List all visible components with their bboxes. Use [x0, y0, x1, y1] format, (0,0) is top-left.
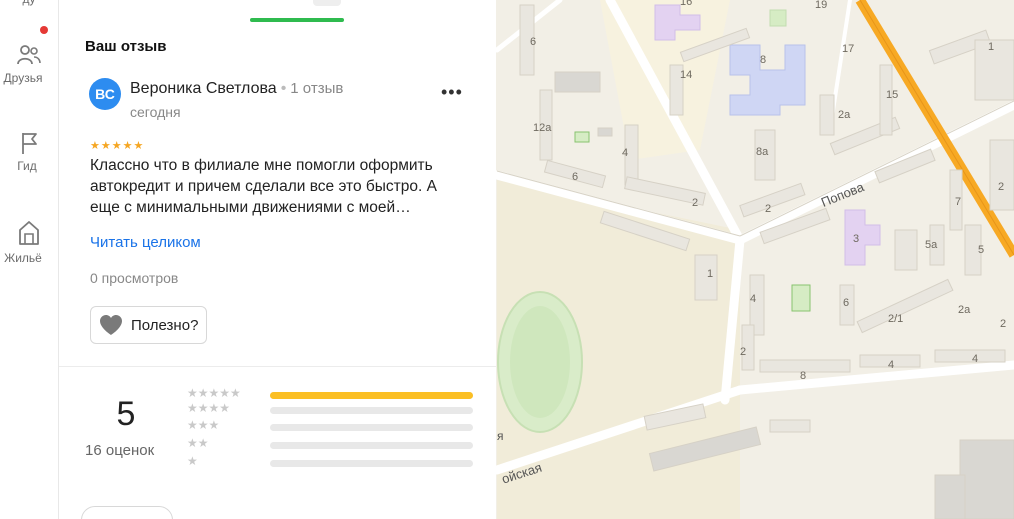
- rail-label-friends: Друзья: [3, 71, 43, 85]
- review-date: сегодня: [130, 104, 181, 120]
- svg-text:2: 2: [1000, 318, 1006, 330]
- svg-text:1: 1: [988, 41, 994, 53]
- section-divider: [59, 366, 496, 367]
- svg-text:2: 2: [692, 197, 698, 209]
- svg-text:5: 5: [978, 244, 984, 256]
- svg-text:7: 7: [955, 196, 961, 208]
- rating-row-stars: ★★★: [187, 418, 220, 432]
- partial-button[interactable]: [81, 506, 173, 519]
- avatar[interactable]: ВС: [89, 78, 121, 110]
- views-count: 0 просмотров: [90, 270, 179, 286]
- svg-text:1: 1: [707, 268, 713, 280]
- left-rail: ду Друзья Гид Жильё: [0, 0, 59, 519]
- svg-text:19: 19: [815, 0, 827, 11]
- svg-text:2: 2: [740, 346, 746, 358]
- rail-label-guide: Гид: [17, 159, 37, 173]
- active-tab-indicator: [250, 18, 344, 22]
- review-text: Классно что в филиале мне помогли оформи…: [90, 157, 437, 216]
- heart-icon: [100, 315, 122, 335]
- svg-text:5a: 5a: [925, 239, 938, 251]
- svg-text:4: 4: [972, 353, 978, 365]
- rating-row: ★★★★★: [187, 386, 477, 401]
- svg-text:я: я: [497, 429, 504, 443]
- rating-row: ★★★: [187, 418, 477, 433]
- review-stars: ★★★★★: [90, 140, 145, 152]
- rail-top-label: ду: [0, 0, 58, 6]
- rating-bar-track: [270, 460, 473, 467]
- rating-count: 16 оценок: [85, 442, 155, 459]
- tab-fragment[interactable]: [313, 0, 341, 6]
- friends-icon: [17, 45, 41, 65]
- rating-row-stars: ★★★★: [187, 401, 231, 415]
- rating-row-stars: ★: [187, 454, 198, 468]
- rating-bar-track: [270, 442, 473, 449]
- svg-text:2/1: 2/1: [888, 313, 903, 325]
- rating-row: ★: [187, 454, 477, 469]
- svg-text:6: 6: [843, 297, 849, 309]
- house-icon: [19, 221, 39, 245]
- section-title: Ваш отзыв: [85, 38, 167, 55]
- rating-row-stars: ★★★★★: [187, 386, 241, 400]
- rail-label-housing: Жильё: [4, 251, 42, 265]
- author-separator: •: [280, 80, 287, 97]
- rating-bar-track: [270, 392, 473, 399]
- more-options-icon[interactable]: •••: [441, 82, 463, 103]
- svg-text:14: 14: [680, 69, 692, 81]
- svg-text:2: 2: [998, 181, 1004, 193]
- svg-text:15: 15: [886, 89, 898, 101]
- svg-text:4: 4: [888, 359, 894, 371]
- svg-text:8a: 8a: [756, 146, 769, 158]
- rating-row: ★★: [187, 436, 477, 451]
- svg-text:2: 2: [765, 203, 771, 215]
- svg-text:8: 8: [760, 54, 766, 66]
- helpful-button[interactable]: Полезно?: [90, 306, 208, 344]
- svg-text:6: 6: [530, 36, 536, 48]
- author-line: Вероника Светлова • 1 отзыв: [130, 80, 343, 98]
- svg-text:4: 4: [750, 293, 756, 305]
- svg-text:8: 8: [800, 370, 806, 382]
- rail-item-housing[interactable]: Жильё: [0, 218, 58, 265]
- rail-item-friends[interactable]: Друзья: [0, 42, 58, 85]
- flag-icon: [22, 133, 37, 154]
- svg-text:4: 4: [622, 147, 628, 159]
- author-name[interactable]: Вероника Светлова: [130, 80, 277, 97]
- rating-bar-track: [270, 424, 473, 431]
- rail-item-top[interactable]: ду: [0, 0, 58, 6]
- svg-text:3: 3: [853, 233, 859, 245]
- svg-text:17: 17: [842, 43, 854, 55]
- helpful-label: Полезно?: [131, 316, 199, 334]
- rail-item-guide[interactable]: Гид: [0, 130, 58, 173]
- svg-text:2a: 2a: [958, 304, 971, 316]
- rating-bar-track: [270, 407, 473, 414]
- review-panel: Ваш отзыв ВС Вероника Светлова • 1 отзыв с…: [59, 0, 496, 519]
- notification-dot: [40, 26, 48, 34]
- rating-row-stars: ★★: [187, 436, 209, 450]
- author-review-count: 1 отзыв: [290, 80, 344, 97]
- svg-text:2a: 2a: [838, 109, 851, 121]
- rating-row: ★★★★: [187, 401, 477, 416]
- svg-text:16: 16: [680, 0, 692, 8]
- svg-text:6: 6: [572, 171, 578, 183]
- svg-text:12a: 12a: [533, 122, 552, 134]
- rating-bar-fill: [270, 392, 473, 399]
- read-more-link[interactable]: Читать целиком: [90, 234, 201, 251]
- rating-score: 5: [116, 395, 136, 433]
